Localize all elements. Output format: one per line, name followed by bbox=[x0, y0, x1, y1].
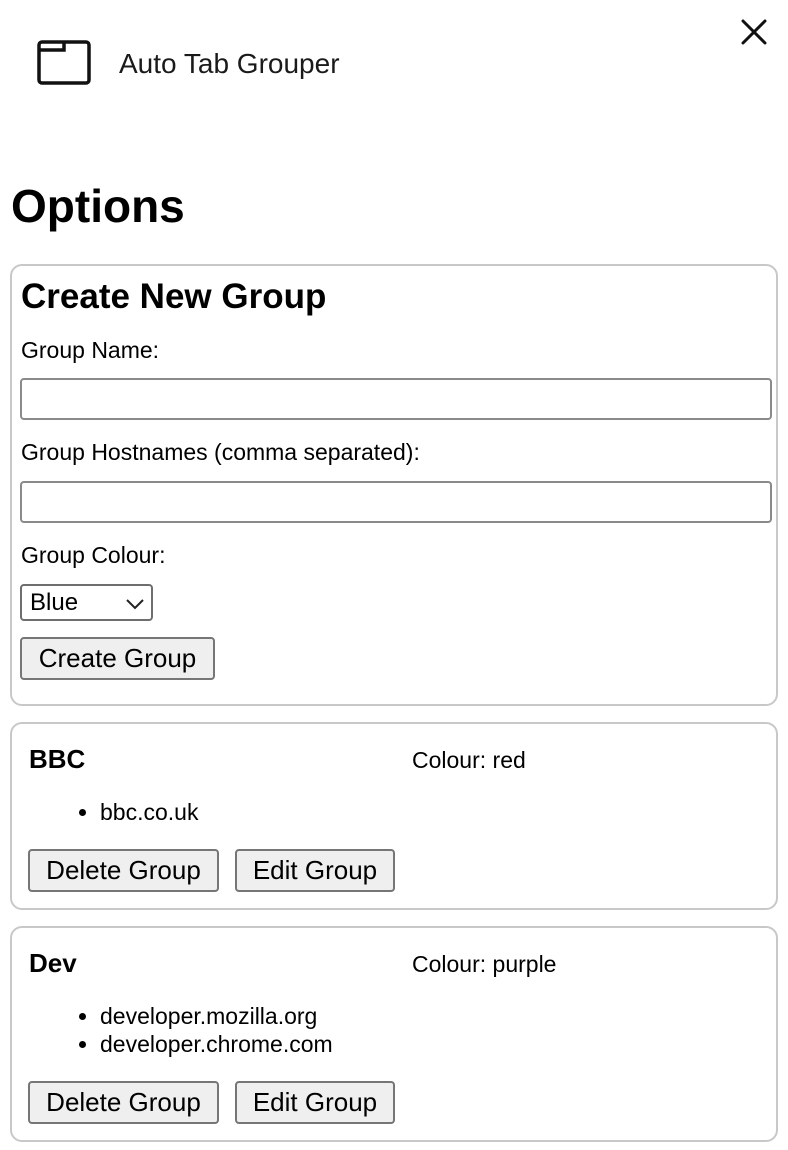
group-hostnames-label: Group Hostnames (comma separated): bbox=[21, 439, 420, 465]
group-name: Dev bbox=[29, 948, 77, 978]
create-group-panel: Create New Group Group Name: Group Hostn… bbox=[10, 264, 778, 706]
create-group-button[interactable]: Create Group bbox=[20, 637, 215, 680]
hostname-item: bbc.co.uk bbox=[100, 798, 198, 826]
hostname-list: developer.mozilla.org developer.chrome.c… bbox=[44, 1002, 333, 1058]
edit-group-button[interactable]: Edit Group bbox=[235, 849, 395, 892]
window-titlebar: Auto Tab Grouper bbox=[0, 0, 788, 120]
browser-window-icon bbox=[37, 40, 91, 85]
group-colour-text: Colour: purple bbox=[412, 951, 557, 977]
close-icon[interactable] bbox=[736, 14, 772, 50]
hostname-item: developer.chrome.com bbox=[100, 1030, 333, 1058]
group-card-dev: Dev Colour: purple developer.mozilla.org… bbox=[10, 926, 778, 1142]
page-title: Options bbox=[11, 180, 185, 232]
group-colour-select[interactable]: Blue bbox=[20, 584, 153, 621]
group-name-label: Group Name: bbox=[21, 337, 160, 363]
group-colour-text: Colour: red bbox=[412, 747, 526, 773]
delete-group-button[interactable]: Delete Group bbox=[28, 849, 219, 892]
chevron-down-icon bbox=[125, 597, 145, 610]
group-card-bbc: BBC Colour: red bbc.co.uk Delete Group E… bbox=[10, 722, 778, 910]
window-title: Auto Tab Grouper bbox=[119, 48, 340, 79]
group-colour-label: Group Colour: bbox=[21, 542, 166, 568]
group-hostnames-input[interactable] bbox=[20, 481, 772, 523]
create-group-heading: Create New Group bbox=[21, 277, 327, 316]
group-name: BBC bbox=[29, 744, 86, 774]
group-colour-selected: Blue bbox=[30, 589, 79, 616]
hostname-item: developer.mozilla.org bbox=[100, 1002, 333, 1030]
hostname-list: bbc.co.uk bbox=[44, 798, 198, 826]
delete-group-button[interactable]: Delete Group bbox=[28, 1081, 219, 1124]
edit-group-button[interactable]: Edit Group bbox=[235, 1081, 395, 1124]
group-name-input[interactable] bbox=[20, 378, 772, 420]
